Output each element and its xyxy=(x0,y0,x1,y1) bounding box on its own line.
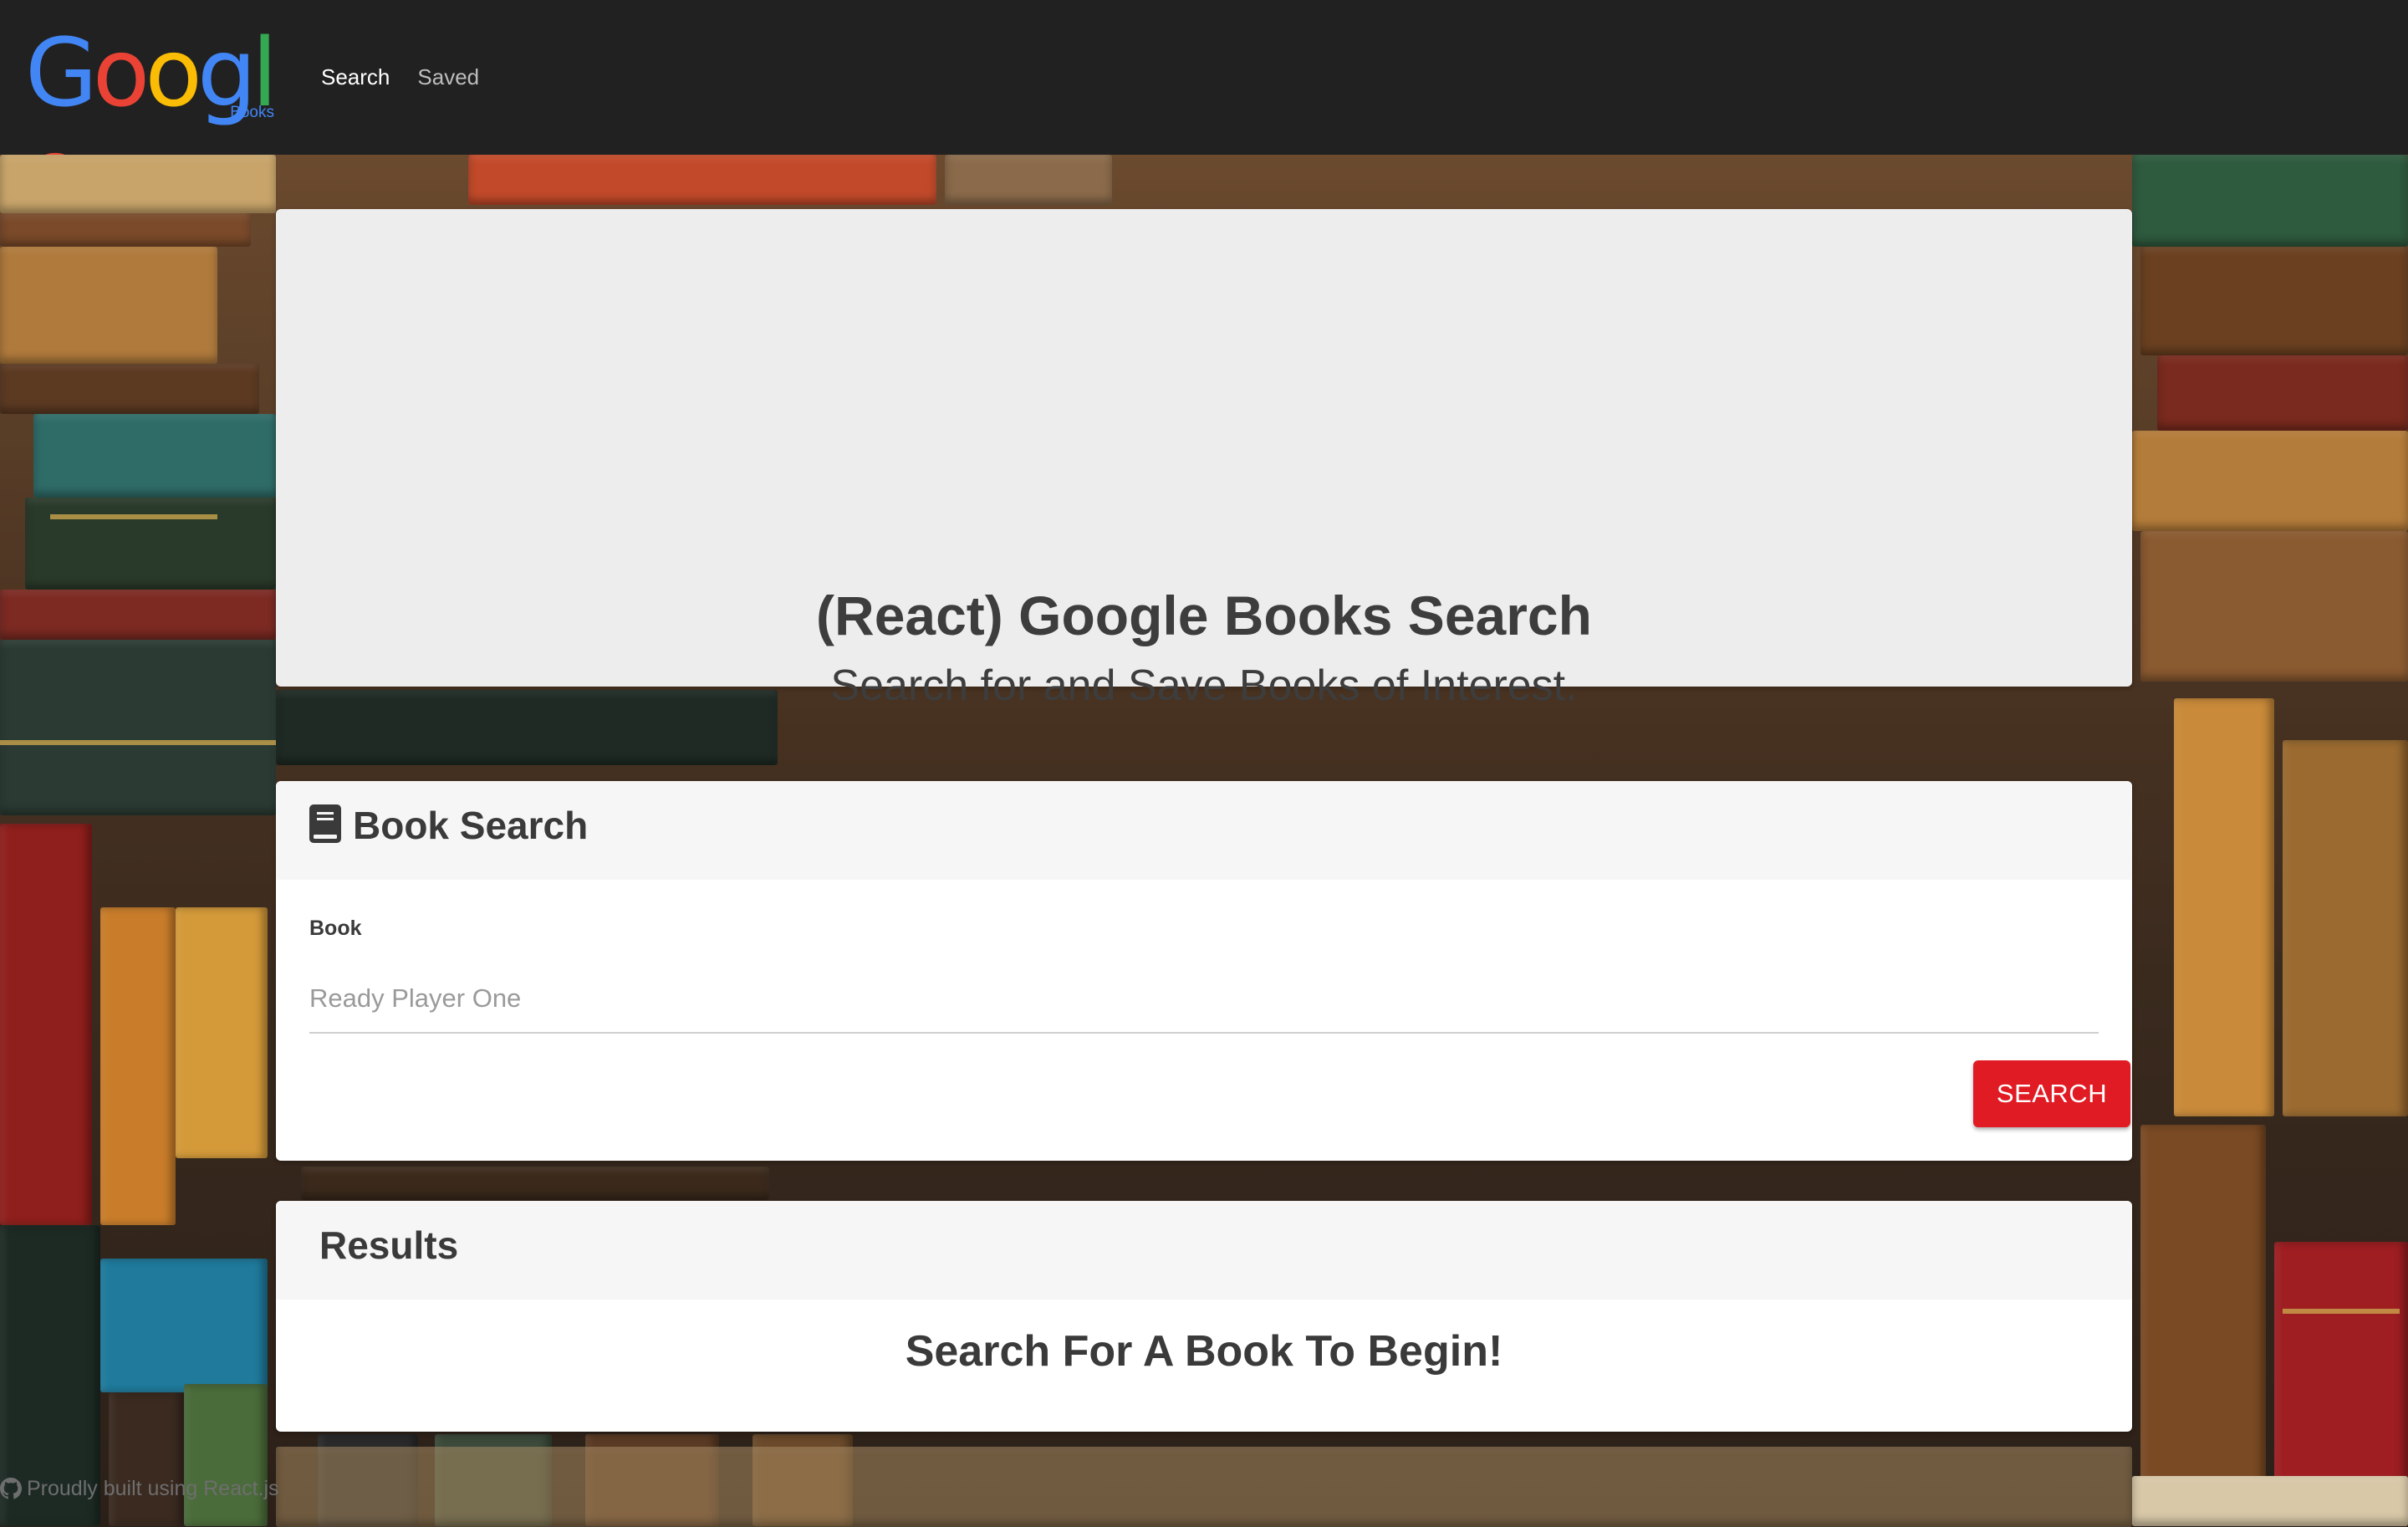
book-search-input[interactable] xyxy=(309,965,2099,1034)
results-title: Results xyxy=(319,1223,459,1267)
nav-link-saved[interactable]: Saved xyxy=(417,60,479,94)
nav-link-search[interactable]: Search xyxy=(321,60,390,94)
logo-letter: G xyxy=(25,19,98,128)
logo-letter: o xyxy=(145,19,202,128)
results-empty-message: Search For A Book To Begin! xyxy=(905,1327,1503,1376)
book-search-title: Book Search xyxy=(353,804,589,847)
logo-letter: o xyxy=(92,19,150,128)
book-search-card: Book Search Book SEARCH xyxy=(276,781,2132,1161)
jumbotron: (React) Google Books Search Search for a… xyxy=(276,209,2132,710)
results-card: Results Search For A Book To Begin! xyxy=(276,1201,2132,1432)
github-icon[interactable] xyxy=(0,1478,22,1499)
search-button[interactable]: SEARCH xyxy=(1973,1060,2130,1127)
nav-links: Search Saved xyxy=(321,60,479,94)
book-search-card-header: Book Search xyxy=(276,781,2132,880)
page-subtitle: Search for and Save Books of Interest. xyxy=(830,661,1578,710)
navbar: Google Books Search Saved xyxy=(0,0,2408,224)
page-title: (React) Google Books Search xyxy=(816,585,1592,646)
book-field-label: Book xyxy=(309,917,362,940)
footer-text: Proudly built using React.js xyxy=(27,1476,279,1500)
footer: Proudly built using React.js xyxy=(0,1473,279,1504)
logo-subtitle: Books xyxy=(230,104,274,121)
results-card-header: Results xyxy=(276,1201,2132,1300)
book-icon xyxy=(309,804,341,843)
google-books-logo[interactable]: Google Books xyxy=(25,19,284,224)
